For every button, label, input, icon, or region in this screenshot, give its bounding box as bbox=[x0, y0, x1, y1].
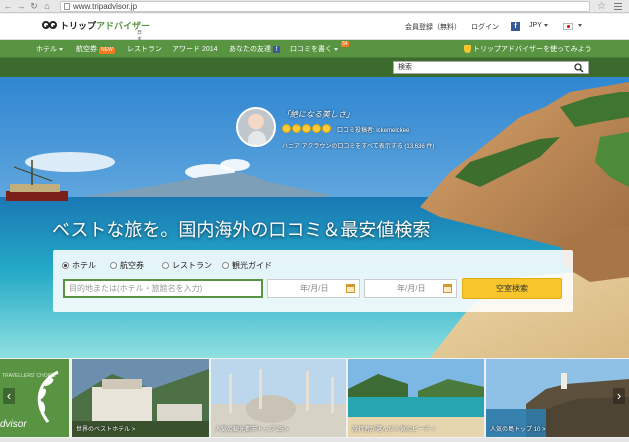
thumb-popular-islands[interactable]: 人気の島トップ 10 > bbox=[486, 359, 629, 437]
rating-bubble-icon bbox=[282, 124, 291, 133]
thumb-popular-beaches[interactable]: 旅行者が選んだ人気のビーチ > bbox=[348, 359, 484, 437]
nav-awards[interactable]: アワード 2014 bbox=[172, 44, 218, 54]
featured-review[interactable]: 「絶になる美しさ」 口コミ投稿者: lckemelckee ハニア アクラウンの… bbox=[236, 105, 436, 155]
search-strip: 検索 bbox=[0, 58, 629, 77]
calendar-icon[interactable] bbox=[443, 284, 452, 293]
search-vacancy-button[interactable]: 空室検索 bbox=[462, 278, 562, 299]
calendar-icon[interactable] bbox=[346, 284, 355, 293]
facebook-icon[interactable]: f bbox=[511, 22, 520, 31]
thumb-label: 旅行者が選んだ人気のビーチ > bbox=[352, 427, 436, 433]
site-search-input[interactable]: 検索 bbox=[393, 61, 589, 74]
page-icon bbox=[64, 3, 70, 10]
thumb-label: 人気の島トップ 10 > bbox=[490, 427, 546, 433]
nav-flights[interactable]: 航空券 NEW bbox=[76, 44, 115, 54]
review-quote: 「絶になる美しさ」 bbox=[282, 110, 354, 119]
review-count-badge: 34 bbox=[341, 41, 349, 47]
laurel-icon bbox=[37, 370, 59, 423]
checkin-date-input[interactable]: 年/月/日 bbox=[267, 279, 360, 298]
rating-bubble-icon bbox=[302, 124, 311, 133]
thumb-best-hotels[interactable]: 世界のベストホテル > bbox=[72, 359, 209, 437]
thumb-label: 世界のベストホテル > bbox=[76, 427, 136, 433]
japan-flag-icon[interactable] bbox=[563, 23, 573, 30]
radio-flight[interactable]: 航空券 bbox=[110, 260, 144, 271]
rating-bubbles: 口コミ投稿者: lckemelckee bbox=[282, 124, 409, 134]
booking-panel: ホテル 航空券 レストラン 観光ガイド 目的地または(ホテル・旅館名を入力) 年… bbox=[53, 250, 573, 312]
radio-sightseeing[interactable]: 観光ガイド bbox=[222, 260, 272, 271]
shield-icon bbox=[464, 45, 471, 54]
rating-bubble-icon bbox=[292, 124, 301, 133]
site-header: トリップアドバイザー 日本 会員登録（無料） ログイン f JPY bbox=[0, 14, 629, 43]
facebook-small-icon: f bbox=[273, 45, 280, 53]
nav-hotels[interactable]: ホテル bbox=[36, 44, 63, 54]
see-all-reviews-link[interactable]: ハニア アクラウンの口コミをすべて表示する (13,636 件) bbox=[282, 141, 434, 150]
reload-icon[interactable]: ↻ bbox=[29, 1, 39, 12]
nav-restaurants[interactable]: レストラン bbox=[127, 44, 162, 54]
hero-banner: 「絶になる美しさ」 口コミ投稿者: lckemelckee ハニア アクラウンの… bbox=[0, 77, 629, 358]
register-link[interactable]: 会員登録（無料） bbox=[405, 22, 461, 32]
carousel-next-icon[interactable]: › bbox=[613, 388, 625, 404]
horizontal-scrollbar[interactable] bbox=[0, 438, 629, 442]
main-nav: ホテル 航空券 NEW レストラン アワード 2014 あなたの友達 f 口コミを書… bbox=[0, 40, 629, 58]
destination-input[interactable]: 目的地または(ホテル・旅館名を入力) bbox=[63, 279, 263, 298]
nav-tryout[interactable]: トリップアドバイザーを使ってみよう bbox=[464, 44, 592, 54]
currency-select[interactable]: JPY bbox=[529, 22, 548, 29]
radio-restaurant[interactable]: レストラン bbox=[162, 260, 212, 271]
nav-write-review[interactable]: 口コミを書く bbox=[290, 44, 338, 54]
url-text: www.tripadvisor.jp bbox=[73, 2, 138, 11]
bookmark-star-icon[interactable]: ☆ bbox=[597, 1, 606, 12]
rating-bubble-icon bbox=[322, 124, 331, 133]
locale-caret[interactable] bbox=[576, 22, 582, 29]
thumb-label: 人気の観光都市トップ 25 > bbox=[215, 427, 289, 433]
login-link[interactable]: ログイン bbox=[471, 22, 499, 32]
search-icon[interactable] bbox=[574, 63, 584, 73]
address-bar[interactable]: www.tripadvisor.jp bbox=[60, 1, 590, 12]
nav-friends[interactable]: あなたの友達 f bbox=[229, 44, 280, 54]
checkout-date-input[interactable]: 年/月/日 bbox=[364, 279, 457, 298]
back-icon[interactable]: ← bbox=[3, 1, 13, 12]
carousel-prev-icon[interactable]: ‹ bbox=[3, 388, 15, 404]
browser-toolbar: ← → ↻ ⌂ www.tripadvisor.jp ☆ bbox=[0, 0, 629, 13]
rating-bubble-icon bbox=[312, 124, 321, 133]
reviewer-avatar bbox=[236, 107, 276, 147]
thumb-top-cities[interactable]: 人気の観光都市トップ 25 > bbox=[211, 359, 346, 437]
home-icon[interactable]: ⌂ bbox=[42, 1, 52, 12]
radio-hotel[interactable]: ホテル bbox=[62, 260, 96, 271]
hero-tagline: ベストな旅を。国内海外の口コミ＆最安値検索 bbox=[52, 220, 431, 240]
new-badge: NEW bbox=[99, 47, 115, 54]
reviewer-name: 口コミ投稿者: lckemelckee bbox=[337, 128, 410, 134]
award-brand-text: dvisor bbox=[0, 419, 27, 430]
forward-icon[interactable]: → bbox=[16, 1, 26, 12]
owl-logo-icon bbox=[42, 21, 57, 29]
browser-menu-icon[interactable] bbox=[613, 1, 623, 12]
